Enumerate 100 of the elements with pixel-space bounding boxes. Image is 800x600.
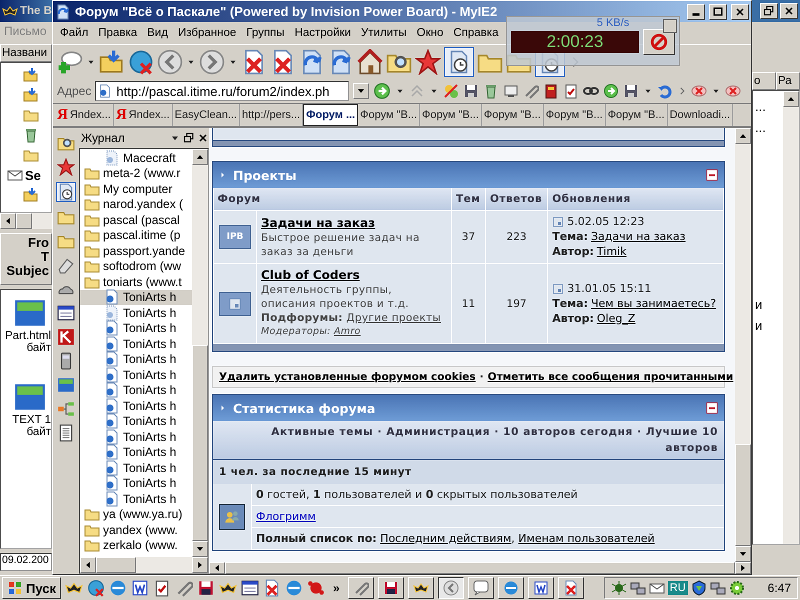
history-item[interactable]: ToniArts h bbox=[80, 336, 192, 352]
note-icon[interactable] bbox=[153, 579, 171, 597]
history-item[interactable]: narod.yandex ( bbox=[80, 196, 192, 212]
language-indicator[interactable]: RU bbox=[668, 581, 688, 595]
column-header[interactable]: Названи bbox=[0, 44, 52, 62]
history-item[interactable]: passport.yande bbox=[80, 243, 192, 258]
maximize-button[interactable] bbox=[709, 4, 727, 20]
column-header[interactable]: о bbox=[752, 72, 776, 90]
home-icon[interactable] bbox=[357, 49, 383, 75]
splat-icon[interactable] bbox=[307, 579, 325, 597]
eraser-icon[interactable] bbox=[57, 256, 75, 274]
history-item[interactable]: ToniArts h bbox=[80, 320, 192, 336]
checklist-icon[interactable] bbox=[563, 83, 580, 99]
author-link[interactable]: Oleg_Z bbox=[596, 312, 636, 326]
scrollbar-thumb[interactable] bbox=[735, 444, 751, 546]
subforum-link[interactable]: Другие проекты bbox=[346, 312, 441, 324]
history-item[interactable]: ToniArts h bbox=[80, 491, 192, 506]
history-item[interactable]: pascal (pascal bbox=[80, 212, 192, 228]
browser-tab[interactable]: Форум "В... bbox=[544, 104, 606, 126]
gear-icon[interactable] bbox=[728, 580, 745, 596]
page-icon[interactable] bbox=[263, 579, 281, 597]
history-item[interactable]: ToniArts h bbox=[80, 305, 192, 320]
browser-tab[interactable]: EasyClean... bbox=[172, 104, 240, 126]
go-icon[interactable] bbox=[373, 82, 392, 100]
history-icon[interactable] bbox=[57, 183, 75, 201]
network-icon[interactable] bbox=[710, 580, 726, 596]
menu-item[interactable]: Файл bbox=[55, 27, 94, 39]
star-icon[interactable] bbox=[57, 158, 75, 176]
menu-item[interactable]: Группы bbox=[241, 27, 290, 39]
expand-icon[interactable] bbox=[219, 404, 227, 412]
collapse-icon[interactable] bbox=[706, 169, 718, 181]
browser-tab[interactable]: Downloadi... bbox=[668, 104, 734, 126]
task-button[interactable] bbox=[438, 577, 464, 599]
forum-link[interactable]: Задачи на заказ bbox=[261, 216, 376, 230]
account-label[interactable]: Se bbox=[25, 168, 41, 182]
browser-tab[interactable]: Я Яndex... bbox=[114, 104, 173, 126]
history-item[interactable]: ToniArts h bbox=[80, 414, 192, 429]
list-icon[interactable] bbox=[57, 424, 75, 442]
last-post-icon[interactable] bbox=[552, 216, 564, 228]
calendar-icon[interactable] bbox=[241, 579, 259, 597]
history-item[interactable]: ToniArts h bbox=[80, 290, 192, 305]
date-field[interactable]: 09.02.200 bbox=[0, 553, 52, 571]
history-item[interactable]: toniarts (www.t bbox=[80, 274, 192, 290]
delete-cookies-link[interactable]: Удалить установленные форумом cookies bbox=[219, 371, 476, 383]
history-item[interactable]: ToniArts h bbox=[80, 382, 192, 398]
xml-icon[interactable] bbox=[57, 376, 75, 394]
history-item[interactable]: ToniArts h bbox=[80, 352, 192, 367]
restore-icon[interactable] bbox=[183, 132, 195, 144]
expand-icon[interactable] bbox=[219, 171, 227, 179]
browser-tab[interactable]: Форум "В... bbox=[358, 104, 420, 126]
history-item[interactable]: ToniArts h bbox=[80, 476, 192, 491]
screen-icon[interactable] bbox=[503, 83, 520, 99]
word-icon[interactable] bbox=[131, 579, 149, 597]
history-item[interactable]: meta-2 (www.r bbox=[80, 166, 192, 181]
history-item[interactable]: softodrom (ww bbox=[80, 258, 192, 274]
browser-tab[interactable]: Форум "В... bbox=[420, 104, 482, 126]
address-field[interactable]: http://pascal.itime.ru/forum2/index.ph bbox=[95, 81, 350, 101]
scrollbar-thumb[interactable] bbox=[96, 557, 136, 573]
menu-item[interactable]: Избранное bbox=[172, 27, 242, 39]
clip-icon[interactable] bbox=[523, 83, 540, 99]
topic-link[interactable]: Чем вы занимаетесь? bbox=[590, 296, 716, 310]
collapse-icon[interactable] bbox=[706, 402, 718, 414]
start-button[interactable]: Пуск bbox=[2, 577, 61, 599]
scrollbar-thumb[interactable] bbox=[192, 345, 208, 541]
close-icon[interactable] bbox=[197, 132, 209, 144]
menu-item[interactable]: Правка bbox=[93, 27, 142, 39]
menu-item[interactable]: Окно bbox=[412, 27, 448, 39]
scrollbar-thumb[interactable] bbox=[225, 562, 735, 574]
spider-icon[interactable] bbox=[610, 580, 627, 596]
menu-item[interactable]: Утилиты bbox=[356, 27, 412, 39]
tree-icon[interactable] bbox=[57, 400, 75, 418]
topic-link[interactable]: Задачи на заказ bbox=[590, 230, 686, 244]
history-item[interactable]: ToniArts h bbox=[80, 460, 192, 476]
network-icon[interactable] bbox=[630, 580, 646, 596]
calendar-icon[interactable] bbox=[57, 304, 75, 322]
moderator-link[interactable]: Amro bbox=[334, 326, 361, 337]
menu-item[interactable]: Вид bbox=[142, 27, 173, 39]
minimize-button[interactable] bbox=[687, 4, 705, 20]
stop-button[interactable] bbox=[643, 29, 675, 55]
history-item[interactable]: Macecraft bbox=[80, 150, 192, 166]
browser-tab[interactable]: Я Яndex... bbox=[55, 104, 114, 126]
browser-tab[interactable]: Форум ... bbox=[303, 104, 358, 126]
mark-read-link[interactable]: Отметить все сообщения прочитанными bbox=[488, 371, 734, 383]
forum-link[interactable]: Club of Coders bbox=[261, 268, 360, 282]
star-icon[interactable] bbox=[415, 49, 441, 75]
column-header[interactable]: Ра bbox=[776, 72, 800, 90]
history-item[interactable]: ToniArts h bbox=[80, 444, 192, 460]
sort-link[interactable]: Последним действиям bbox=[380, 532, 512, 545]
history-item[interactable]: ToniArts h bbox=[80, 367, 192, 382]
history-item[interactable]: yandex (www. bbox=[80, 522, 192, 538]
history-item[interactable]: ToniArts h bbox=[80, 398, 192, 414]
history-item[interactable]: pascal.itime (p bbox=[80, 228, 192, 243]
history-item[interactable]: My computer bbox=[80, 181, 192, 196]
history-item[interactable]: zerkalo (www. bbox=[80, 538, 192, 553]
menu-item[interactable]: Справка bbox=[448, 27, 504, 39]
author-link[interactable]: Timik bbox=[596, 245, 626, 259]
more-chevron[interactable]: » bbox=[329, 581, 344, 595]
sort-link[interactable]: Именам пользователей bbox=[518, 532, 655, 545]
scrollbar-thumb[interactable] bbox=[16, 213, 32, 229]
user-link[interactable]: Флогримм bbox=[256, 510, 316, 523]
